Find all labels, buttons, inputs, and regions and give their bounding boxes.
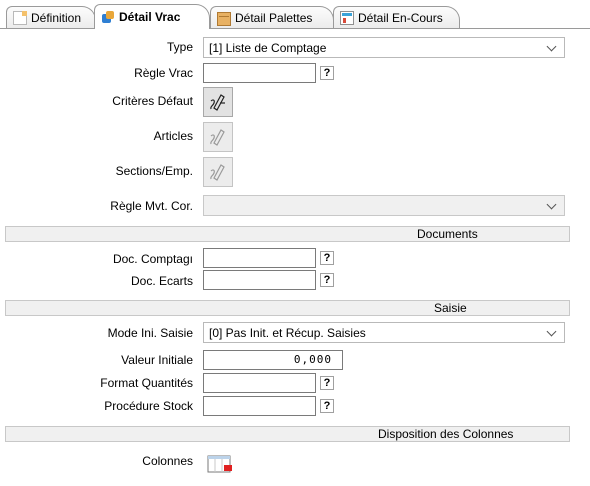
articles-button[interactable] (203, 122, 233, 152)
pallet-icon (217, 11, 231, 26)
valeur-initiale-label: Valeur Initiale (121, 353, 193, 367)
section-title: Disposition des Colonnes (378, 427, 514, 441)
section-title: Saisie (434, 301, 467, 315)
tab-label: Détail Vrac (119, 10, 181, 24)
mode-ini-label: Mode Ini. Saisie (107, 326, 193, 340)
regle-vrac-help-button[interactable]: ? (320, 66, 334, 80)
type-value: [1] Liste de Comptage (209, 40, 327, 55)
criteres-defaut-button[interactable] (203, 87, 233, 117)
regle-vrac-input[interactable] (203, 63, 316, 83)
valeur-initiale-input[interactable]: 0,000 (203, 350, 343, 370)
format-quantites-label: Format Quantités (100, 376, 193, 390)
tab-bar: Définition Détail Vrac Détail Palettes D… (0, 0, 590, 30)
sections-button[interactable] (203, 157, 233, 187)
tab-label: Définition (31, 10, 82, 25)
sections-label: Sections/Emp. (115, 164, 193, 178)
documents-section-header: Documents (5, 226, 570, 242)
mode-ini-select[interactable]: [0] Pas Init. et Récup. Saisies (203, 322, 565, 343)
filter-edit-icon (210, 164, 225, 181)
doc-ecarts-input[interactable] (203, 270, 316, 290)
format-quantites-help-button[interactable]: ? (320, 376, 334, 390)
doc-ecarts-label: Doc. Ecarts (130, 274, 193, 288)
colonnes-button[interactable] (207, 454, 233, 474)
filter-edit-icon (210, 129, 225, 146)
saisie-section-header: Saisie (5, 300, 570, 316)
mode-ini-value: [0] Pas Init. et Récup. Saisies (209, 325, 366, 340)
filter-edit-icon (210, 94, 225, 111)
format-quantites-input[interactable] (203, 373, 316, 393)
doc-comptage-help-button[interactable]: ? (320, 251, 334, 265)
disposition-section-header: Disposition des Colonnes (5, 426, 570, 442)
doc-comptage-input[interactable] (203, 248, 316, 268)
regle-mvt-label: Règle Mvt. Cor. (110, 199, 193, 213)
chevron-down-icon (546, 41, 557, 52)
chevron-down-icon (546, 199, 557, 210)
column-layout-icon (207, 455, 232, 473)
document-icon (13, 10, 27, 25)
doc-comptage-label: Doc. Comptagı (112, 252, 193, 266)
type-label: Type (166, 40, 193, 54)
doc-ecarts-help-button[interactable]: ? (320, 273, 334, 287)
tab-detail-palettes[interactable]: Détail Palettes (210, 6, 334, 28)
tab-label: Détail En-Cours (358, 10, 443, 25)
tab-detail-vrac[interactable]: Détail Vrac (94, 4, 210, 29)
procedure-stock-input[interactable] (203, 396, 316, 416)
tab-label: Détail Palettes (235, 10, 313, 25)
in-progress-icon (340, 10, 354, 25)
section-title: Documents (417, 227, 478, 241)
regle-mvt-select[interactable] (203, 195, 565, 216)
tab-definition[interactable]: Définition (6, 6, 96, 28)
tab-detail-en-cours[interactable]: Détail En-Cours (333, 6, 460, 28)
procedure-stock-label: Procédure Stock (104, 399, 193, 413)
procedure-stock-help-button[interactable]: ? (320, 399, 334, 413)
criteres-defaut-label: Critères Défaut (112, 94, 193, 108)
chevron-down-icon (546, 326, 557, 337)
articles-label: Articles (153, 129, 193, 143)
type-select[interactable]: [1] Liste de Comptage (203, 37, 565, 58)
regle-vrac-label: Règle Vrac (134, 66, 193, 80)
tab-underline (0, 28, 590, 29)
bulk-items-icon (101, 10, 115, 24)
colonnes-label: Colonnes (142, 454, 193, 468)
